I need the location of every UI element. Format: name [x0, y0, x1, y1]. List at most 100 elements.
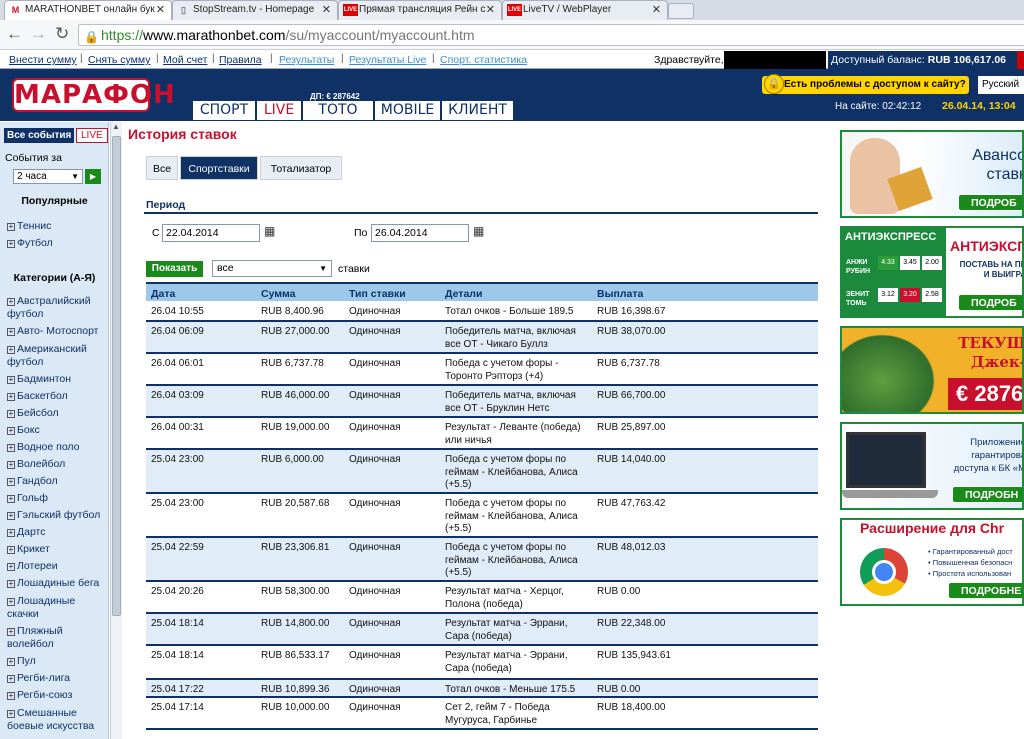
table-row[interactable]: 25.04 18:14 RUB 14,800.00 Одиночная Резу… [146, 614, 818, 646]
sidebar-item-category[interactable]: + Пул [7, 655, 105, 668]
column-header-details[interactable]: Детали [445, 288, 482, 300]
browser-tab-stopstream[interactable]: ▯ StopStream.tv - Homepage ✕ [172, 0, 338, 20]
nav-sport[interactable]: СПОРТ [193, 101, 256, 120]
sidebar-item-category[interactable]: + Баскетбол [7, 390, 105, 403]
cell-date: 26.04 03:09 [151, 390, 204, 401]
access-problem-button[interactable]: 🔒 Есть проблемы с доступом к сайту? [762, 74, 969, 94]
forward-arrow-icon[interactable]: → [30, 24, 47, 44]
column-header-type[interactable]: Тип ставки [349, 288, 406, 300]
sidebar-item-football[interactable]: + Футбол [7, 237, 105, 250]
tab-sports-bets[interactable]: Спортставки [180, 156, 258, 180]
sidebar-item-category[interactable]: + Смешанные боевые искусства [7, 707, 105, 733]
table-row[interactable]: 25.04 22:59 RUB 23,306.81 Одиночная Побе… [146, 538, 818, 582]
language-select[interactable]: Русский [978, 76, 1024, 94]
close-tab-icon[interactable]: ✕ [156, 1, 165, 19]
logout-button[interactable] [1017, 51, 1024, 69]
table-row[interactable]: 26.04 10:55 RUB 8,400.96 Одиночная Тотал… [146, 302, 818, 322]
sidebar-item-category[interactable]: + Американский футбол [7, 343, 105, 369]
scrollbar-thumb[interactable] [112, 136, 121, 616]
all-events-tab[interactable]: Все события [4, 128, 75, 143]
calendar-icon[interactable]: ▦ [473, 224, 484, 238]
marathon-logo[interactable]: МАРАФОН [12, 78, 175, 112]
tab-all[interactable]: Все [146, 156, 178, 180]
table-row[interactable]: 26.04 00:31 RUB 19,000.00 Одиночная Резу… [146, 418, 818, 450]
table-row[interactable]: 25.04 23:00 RUB 20,587.68 Одиночная Побе… [146, 494, 818, 538]
column-header-date[interactable]: Дата [151, 288, 175, 300]
tab-totalizator[interactable]: Тотализатор [260, 156, 342, 180]
chrome-extension-banner[interactable]: Расширение для Chr • Гарантированный дос… [840, 518, 1024, 606]
banner-more-button[interactable]: ПОДРОБ [958, 194, 1022, 211]
sidebar-item-category[interactable]: + Лошадиные бега [7, 577, 105, 590]
sidebar-item-category[interactable]: + Дартс [7, 526, 105, 539]
table-row[interactable]: 25.04 17:14 RUB 10,000.00 Одиночная Сет … [146, 698, 818, 730]
reload-icon[interactable]: ↻ [55, 24, 69, 44]
nav-toto[interactable]: ТОТО [303, 101, 374, 120]
column-header-payout[interactable]: Выплата [597, 288, 643, 300]
sport-stats-link[interactable]: Спорт. статистика [440, 54, 527, 66]
sidebar-item-category[interactable]: + Австралийский футбол [7, 295, 105, 321]
table-row[interactable]: 25.04 20:26 RUB 58,300.00 Одиночная Резу… [146, 582, 818, 614]
banner-more-button[interactable]: ПОДРОБНЕ [948, 582, 1022, 599]
close-tab-icon[interactable]: ✕ [322, 1, 331, 19]
app-banner[interactable]: Приложение гарантирова доступа к БК «М П… [840, 422, 1024, 510]
sidebar-item-category[interactable]: + Гандбол [7, 475, 105, 488]
sidebar-item-tennis[interactable]: + Теннис [7, 220, 105, 233]
balance-label: Доступный баланс: [831, 54, 925, 66]
sidebar-item-category[interactable]: + Бейсбол [7, 407, 105, 420]
from-date-input[interactable]: 22.04.2014 [162, 224, 260, 242]
rules-link[interactable]: Правила [219, 54, 262, 66]
withdraw-link[interactable]: Снять сумму [88, 54, 150, 66]
address-bar[interactable]: 🔒 https://www.marathonbet.com/su/myaccou… [78, 24, 1024, 46]
banner-more-button[interactable]: ПОДРОБН [952, 486, 1022, 503]
to-date-input[interactable]: 26.04.2014 [371, 224, 469, 242]
balance-display: Доступный баланс: RUB 106,617.06 [828, 51, 1018, 69]
sidebar-item-category[interactable]: + Гольф [7, 492, 105, 505]
sidebar-item-category[interactable]: + Бокс [7, 424, 105, 437]
live-tab[interactable]: LIVE [76, 128, 108, 143]
table-row[interactable]: 26.04 06:09 RUB 27,000.00 Одиночная Побе… [146, 322, 818, 354]
sidebar-item-category[interactable]: + Регби-союз [7, 689, 105, 702]
close-tab-icon[interactable]: ✕ [486, 1, 495, 19]
sidebar-item-category[interactable]: + Водное поло [7, 441, 105, 454]
nav-mobile[interactable]: MOBILE [375, 101, 441, 120]
expand-icon: + [7, 709, 15, 718]
sidebar-item-category[interactable]: + Гэльский футбол [7, 509, 105, 522]
bet-type-select[interactable]: все ▼ [212, 260, 332, 277]
results-link[interactable]: Результаты [279, 54, 334, 66]
table-row[interactable]: 26.04 06:01 RUB 6,737.78 Одиночная Побед… [146, 354, 818, 386]
my-account-link[interactable]: Мой счет [163, 54, 207, 66]
deposit-link[interactable]: Внести сумму [9, 54, 77, 66]
scroll-up-icon[interactable]: ▲ [112, 122, 120, 131]
antiexpress-banner[interactable]: АНТИЭКСПРЕСС АНЖИ РУБИН 4.33 3.45 2.00 З… [840, 226, 1024, 318]
sidebar-scrollbar[interactable]: ▲ [110, 122, 122, 739]
column-header-sum[interactable]: Сумма [261, 288, 296, 300]
table-row[interactable]: 25.04 23:00 RUB 6,000.00 Одиночная Побед… [146, 450, 818, 494]
sidebar-item-category[interactable]: + Лошадиные скачки [7, 595, 105, 621]
calendar-icon[interactable]: ▦ [264, 224, 275, 238]
browser-tab-livetv[interactable]: LIVE LiveTV / WebPlayer ✕ [502, 0, 668, 20]
banner-more-button[interactable]: ПОДРОБ [958, 294, 1022, 311]
close-tab-icon[interactable]: ✕ [652, 1, 661, 19]
sidebar-item-category[interactable]: + Лотереи [7, 560, 105, 573]
sidebar-item-category[interactable]: + Бадминтон [7, 373, 105, 386]
table-row[interactable]: 25.04 17:22 RUB 10,899.36 Одиночная Тота… [146, 680, 818, 698]
nav-client[interactable]: КЛИЕНТ [442, 101, 514, 120]
sidebar-item-category[interactable]: + Пляжный волейбол [7, 625, 105, 651]
back-arrow-icon[interactable]: ← [6, 24, 23, 44]
nav-live[interactable]: LIVE [257, 101, 302, 120]
results-live-link[interactable]: Результаты Live [349, 54, 426, 66]
table-row[interactable]: 26.04 03:09 RUB 46,000.00 Одиночная Побе… [146, 386, 818, 418]
browser-tab-marathonbet[interactable]: M MARATHONBET онлайн бук ✕ [4, 0, 172, 20]
browser-tab-live-stream[interactable]: LIVE Прямая трансляция Рейн с ✕ [338, 0, 502, 20]
new-tab-button[interactable] [668, 3, 694, 19]
hours-select[interactable]: 2 часа ▼ [13, 169, 83, 184]
jackpot-banner[interactable]: ТЕКУЩ Джек- € 2876 [840, 326, 1024, 414]
advance-bet-banner[interactable]: Авансо ставк ПОДРОБ [840, 130, 1024, 218]
sidebar-item-category[interactable]: + Волейбол [7, 458, 105, 471]
sidebar-item-category[interactable]: + Регби-лига [7, 672, 105, 685]
go-button[interactable]: ▶ [85, 169, 101, 184]
sidebar-item-category[interactable]: + Авто- Мотоспорт [7, 325, 105, 338]
show-button[interactable]: Показать [146, 261, 203, 277]
table-row[interactable]: 25.04 18:14 RUB 86,533.17 Одиночная Резу… [146, 646, 818, 680]
sidebar-item-category[interactable]: + Крикет [7, 543, 105, 556]
